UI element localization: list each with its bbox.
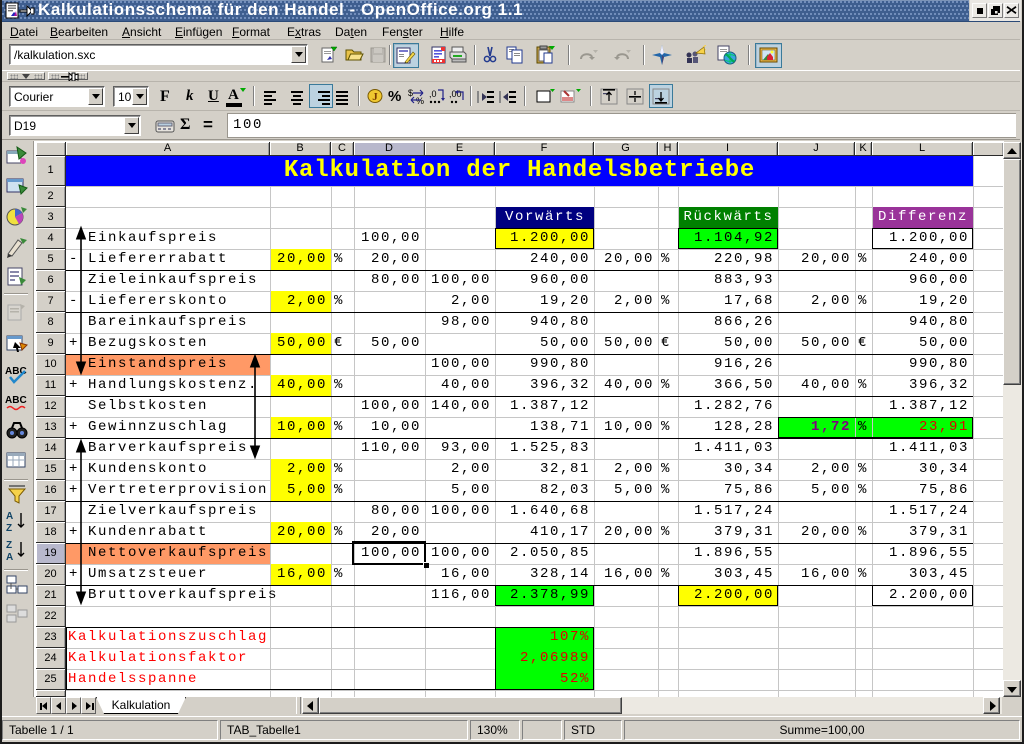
svg-text:$: $ <box>408 88 413 98</box>
svg-text:Z: Z <box>6 523 12 533</box>
svg-text:,0: ,0 <box>429 89 437 99</box>
svg-text:,00: ,00 <box>449 89 462 99</box>
svg-text:A: A <box>6 511 13 522</box>
svg-text:A: A <box>6 552 13 562</box>
svg-text:Z: Z <box>6 540 12 551</box>
svg-text:ABC: ABC <box>5 395 27 406</box>
svg-text:J: J <box>372 91 378 103</box>
